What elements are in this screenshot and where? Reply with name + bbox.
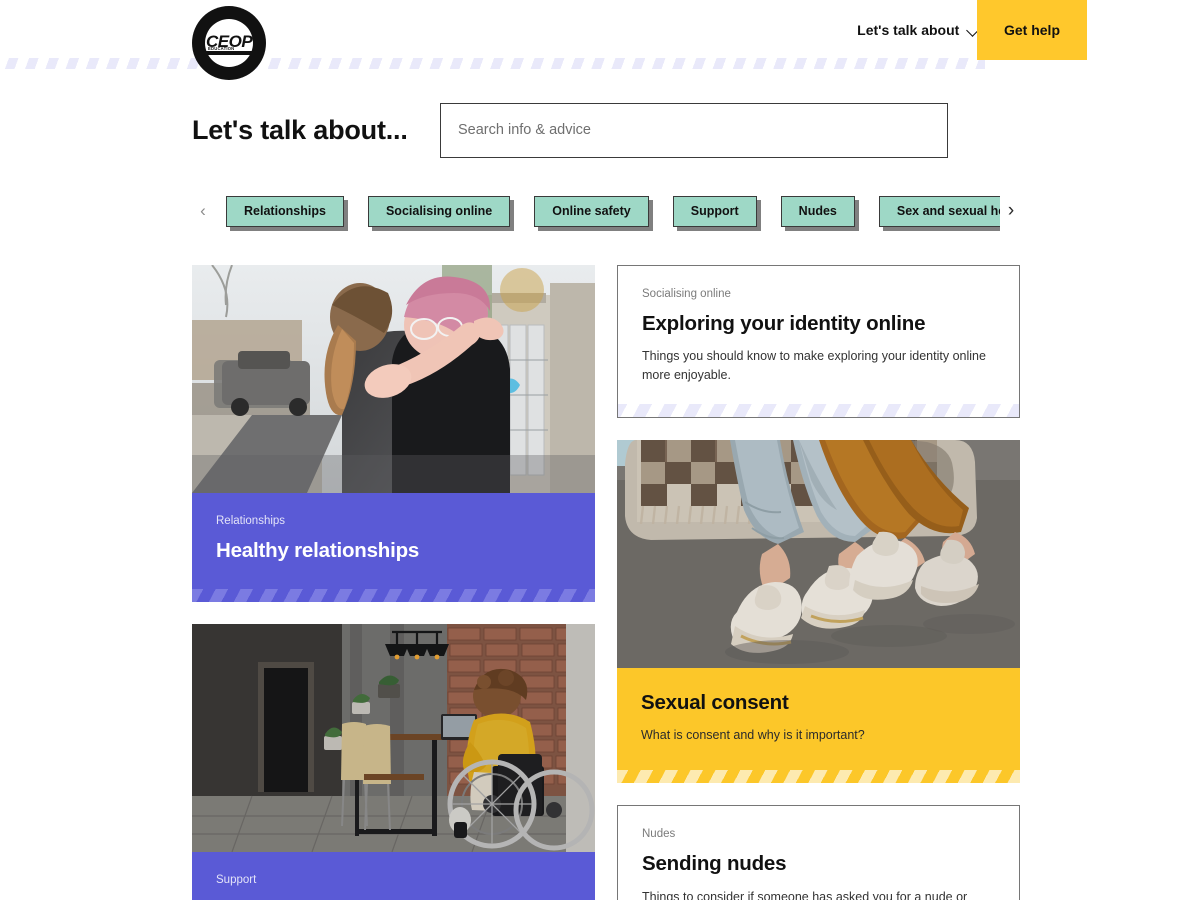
- card-body: Relationships Healthy relationships: [192, 493, 595, 590]
- category-pill-socialising-online[interactable]: Socialising online: [367, 195, 511, 227]
- logo-underbar: [202, 51, 264, 55]
- category-pill-relationships[interactable]: Relationships: [226, 195, 344, 227]
- card-stripe-footer: [617, 770, 1020, 784]
- card-healthy-relationships[interactable]: Relationships Healthy relationships: [192, 265, 595, 603]
- card-description: What is consent and why is it important?: [641, 728, 865, 743]
- category-pill-sex-and-sexual-health[interactable]: Sex and sexual health: [878, 195, 1000, 227]
- ceop-logo[interactable]: CEOP EDUCATION: [192, 6, 266, 80]
- nav-lets-talk-about-label: Let's talk about: [857, 22, 960, 38]
- card-kicker: Nudes: [642, 828, 676, 841]
- card-column-left: Relationships Healthy relationships Supp…: [192, 265, 595, 900]
- card-title: Exploring your identity online: [642, 311, 926, 335]
- chevron-left-icon[interactable]: ‹: [192, 191, 214, 231]
- card-title: Healthy relationships: [216, 538, 420, 562]
- card-title: Sending nudes: [642, 852, 787, 876]
- card-title: Sexual consent: [641, 690, 789, 714]
- card-exploring-your-identity-online[interactable]: Socialising online Exploring your identi…: [617, 265, 1020, 418]
- card-kicker: Relationships: [216, 515, 286, 527]
- card-stripe-footer: [192, 589, 595, 603]
- card-stripe-footer: [618, 403, 1019, 417]
- card-description: Things to consider if someone has asked …: [642, 889, 968, 900]
- get-help-button[interactable]: Get help: [977, 0, 1087, 60]
- card-kicker: Socialising online: [642, 288, 731, 300]
- card-body: Support: [192, 852, 595, 900]
- category-pill-online-safety[interactable]: Online safety: [534, 195, 649, 227]
- search-form: [440, 102, 952, 162]
- category-filter-bar: ‹ Relationships Socialising online Onlin…: [192, 190, 1022, 232]
- site-header: CEOP EDUCATION Let's talk about Search G…: [0, 0, 1200, 90]
- nav-lets-talk-about[interactable]: Let's talk about: [857, 22, 979, 38]
- dashed-divider: [0, 58, 985, 69]
- card-body: Sexual consent What is consent and why i…: [617, 667, 1020, 771]
- card-column-right: Socialising online Exploring your identi…: [617, 265, 1020, 900]
- card-description: Things you should know to make exploring…: [642, 349, 986, 382]
- content-card-grid: Relationships Healthy relationships Supp…: [192, 265, 1020, 900]
- search-hero: Let's talk about...: [192, 100, 1032, 162]
- card-kicker: Support: [216, 874, 257, 887]
- category-pill-support[interactable]: Support: [672, 195, 757, 227]
- card-image-two-people-on-sofa: [617, 439, 1020, 668]
- category-pill-nudes[interactable]: Nudes: [780, 195, 855, 227]
- card-image-two-people-hugging: [192, 265, 595, 493]
- page-title: Let's talk about...: [192, 114, 408, 145]
- card-body: Socialising online Exploring your identi…: [618, 266, 1019, 404]
- card-image-woman-in-wheelchair: [192, 624, 595, 853]
- chevron-right-icon[interactable]: ›: [1000, 191, 1022, 231]
- card-support[interactable]: Support: [192, 624, 595, 900]
- card-sending-nudes[interactable]: Nudes Sending nudes Things to consider i…: [617, 805, 1020, 900]
- card-sexual-consent[interactable]: Sexual consent What is consent and why i…: [617, 439, 1020, 784]
- card-body: Nudes Sending nudes Things to consider i…: [618, 806, 1019, 900]
- category-pill-scroller[interactable]: Relationships Socialising online Online …: [214, 190, 1000, 232]
- search-input[interactable]: [440, 102, 948, 158]
- logo-subtext: EDUCATION: [208, 46, 235, 51]
